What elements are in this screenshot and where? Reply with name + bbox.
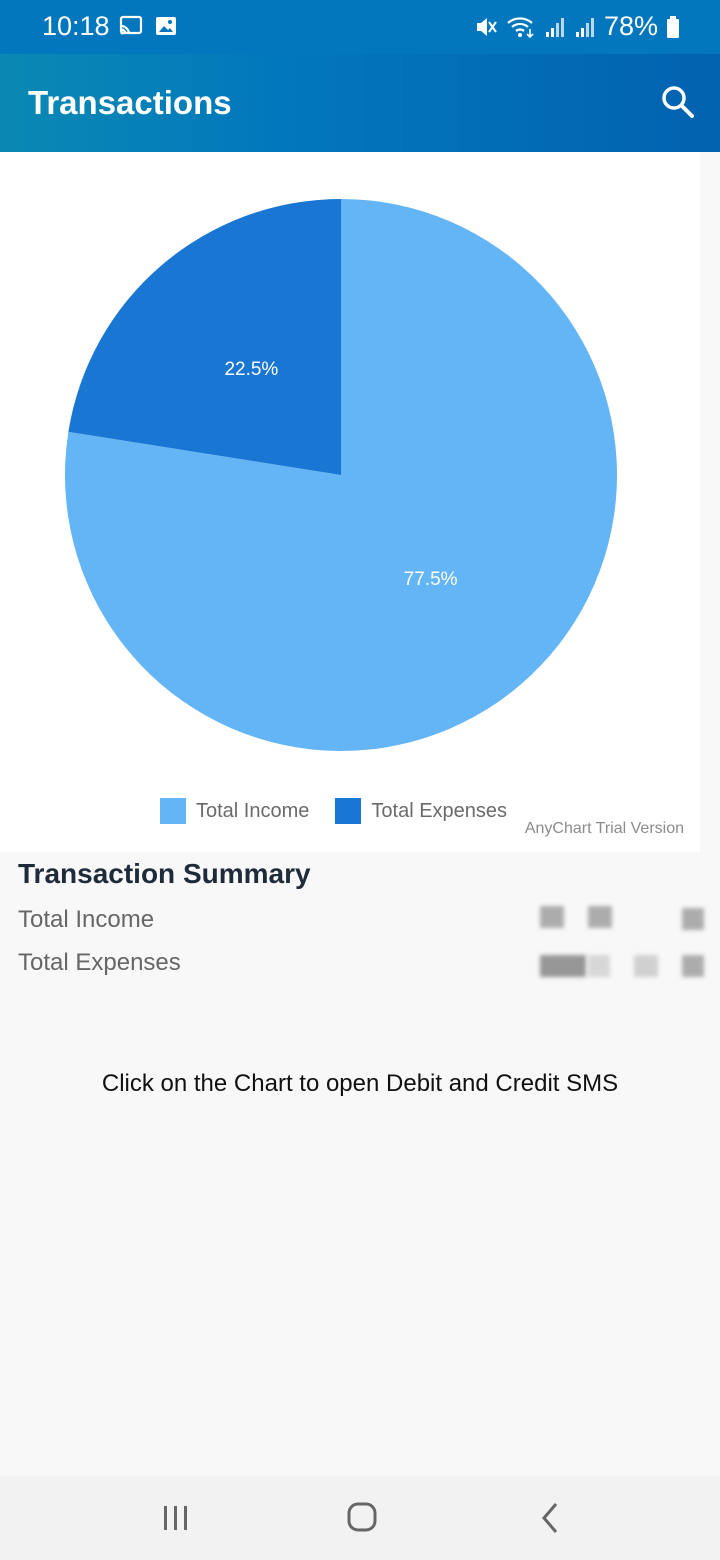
back-button[interactable] <box>530 1500 570 1536</box>
redacted-expenses-amount <box>540 955 586 977</box>
home-button[interactable] <box>342 1500 382 1536</box>
pie-chart[interactable]: 77.5% 22.5% Total Income Total Expenses An… <box>0 152 700 852</box>
signal-icon <box>545 17 564 37</box>
pie-data-label: 77.5% <box>404 569 458 590</box>
legend-item[interactable]: Total Expenses <box>335 798 507 824</box>
back-icon <box>542 1503 558 1533</box>
pie-data-label: 22.5% <box>224 359 278 380</box>
mute-icon <box>476 17 497 36</box>
pie-chart-canvas[interactable]: 77.5% 22.5% <box>0 152 700 792</box>
summary-label-expenses: Total Expenses <box>18 949 181 976</box>
redacted-income-amount <box>682 908 704 930</box>
chart-watermark: AnyChart Trial Version <box>524 820 684 837</box>
redacted-income-amount <box>540 906 564 928</box>
navigation-bar <box>0 1476 720 1560</box>
home-icon <box>347 1502 377 1532</box>
summary-label-income: Total Income <box>18 906 155 933</box>
redacted-income-amount <box>588 906 612 928</box>
redacted-expenses-amount <box>634 955 658 977</box>
page-title: Transactions <box>28 84 232 121</box>
pie-slice-total-expenses[interactable] <box>68 199 342 475</box>
app-bar: Transactions <box>0 54 720 152</box>
status-bar: 10:18 78% <box>0 0 720 54</box>
battery-percent: 78% <box>603 11 658 41</box>
status-time: 10:18 <box>42 11 110 41</box>
search-button[interactable] <box>658 82 698 122</box>
recent-apps-button[interactable] <box>156 1500 196 1536</box>
redacted-expenses-amount <box>682 955 704 977</box>
summary-title: Transaction Summary <box>18 858 311 889</box>
cast-icon <box>119 15 143 35</box>
chart-hint-text: Click on the Chart to open Debit and Cre… <box>101 1070 619 1097</box>
legend-label: Total Expenses <box>371 799 508 822</box>
recent-apps-icon <box>164 1506 187 1530</box>
legend-swatch <box>160 798 186 824</box>
wifi-icon <box>507 16 534 38</box>
search-icon <box>662 86 694 118</box>
battery-icon <box>667 15 679 38</box>
legend-item[interactable]: Total Income <box>160 798 309 824</box>
legend-swatch <box>335 798 362 824</box>
chart-legend: Total Income Total Expenses <box>160 798 533 824</box>
signal-icon <box>575 17 594 37</box>
legend-label: Total Income <box>196 799 310 822</box>
image-icon <box>156 17 176 35</box>
redacted-expenses-amount <box>588 955 610 977</box>
